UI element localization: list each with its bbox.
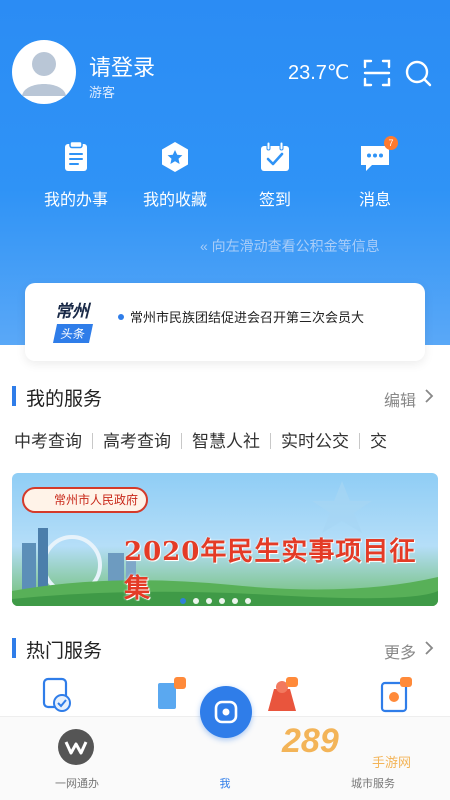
more-services-button[interactable]: 更多 — [384, 639, 416, 663]
calendar-check-icon — [258, 140, 292, 174]
service-item-realtime-bus[interactable]: 实时公交 — [281, 427, 349, 451]
carousel-dot[interactable] — [245, 598, 251, 604]
section-accent-bar — [12, 638, 16, 658]
document-list-icon — [59, 140, 93, 174]
user-role: 游客 — [89, 85, 116, 100]
message-count-badge: 7 — [384, 136, 398, 150]
chevron-right-icon[interactable] — [422, 389, 436, 403]
my-services-list: 中考查询 高考查询 智慧人社 实时公交交 — [14, 427, 450, 451]
quick-action-favorites[interactable]: 我的收藏 — [125, 140, 225, 210]
chevron-right-icon[interactable] — [422, 641, 436, 655]
temperature-display: 23.7℃ — [288, 62, 350, 84]
me-tab-center-icon[interactable] — [200, 686, 252, 738]
star-hexagon-icon — [158, 140, 192, 174]
site-watermark: 289 — [282, 722, 339, 760]
chat-bubble-icon: 7 — [358, 136, 398, 174]
news-brand-top: 常州 — [55, 302, 89, 321]
divider — [270, 433, 271, 449]
section-accent-bar — [12, 386, 16, 406]
quick-action-label: 消息 — [358, 192, 391, 209]
shield-check-service-icon[interactable] — [36, 675, 76, 715]
news-bullet-icon — [118, 314, 124, 320]
site-watermark-sub: 手游网 — [372, 755, 412, 770]
banner-logo-text: 常州市人民政府 — [22, 487, 149, 513]
quick-action-label: 签到 — [258, 192, 291, 209]
service-item-partial[interactable]: 交 — [370, 427, 387, 451]
swipe-hint: « 向左滑动查看公积金等信息 — [200, 238, 380, 254]
firefighter-service-icon[interactable] — [262, 675, 302, 715]
user-silhouette-icon — [22, 52, 66, 96]
wave-logo-icon — [58, 729, 94, 765]
edit-services-button[interactable]: 编辑 — [384, 387, 416, 411]
divider — [92, 433, 93, 449]
document-service-icon[interactable] — [152, 675, 192, 715]
search-icon[interactable] — [403, 58, 433, 88]
service-item-social-security[interactable]: 智慧人社 — [192, 427, 260, 451]
avatar[interactable] — [12, 40, 76, 104]
divider — [181, 433, 182, 449]
carousel-dot[interactable] — [232, 598, 238, 604]
login-label[interactable]: 请登录 — [89, 50, 155, 82]
banner-title: 2020年民生实事项目征集 — [124, 537, 417, 604]
service-item-zhongkao[interactable]: 中考查询 — [14, 427, 82, 451]
quick-action-label: 我的收藏 — [142, 192, 207, 209]
carousel-dot[interactable] — [180, 598, 186, 604]
quick-action-label: 我的办事 — [43, 192, 108, 209]
changzhou-headlines-logo: 常州 头条 — [52, 297, 127, 347]
tab-label: 一网通办 — [55, 778, 99, 790]
news-headline[interactable]: 常州市民族团结促进会召开第三次会员大 — [130, 307, 395, 326]
my-services-title: 我的服务 — [26, 389, 103, 410]
tab-label: 我 — [219, 778, 231, 790]
carousel-dot[interactable] — [206, 598, 212, 604]
quick-action-checkin[interactable]: 签到 — [225, 140, 325, 210]
news-brand-bottom: 头条 — [52, 324, 94, 343]
scan-icon[interactable] — [362, 58, 392, 88]
quick-action-messages[interactable]: 7 消息 — [325, 136, 425, 210]
hot-services-title: 热门服务 — [26, 641, 103, 662]
tab-label: 城市服务 — [351, 778, 395, 790]
carousel-dot[interactable] — [193, 598, 199, 604]
id-card-service-icon[interactable] — [376, 675, 416, 715]
carousel-dot[interactable] — [219, 598, 225, 604]
divider — [359, 433, 360, 449]
carousel-indicator[interactable] — [180, 591, 258, 604]
quick-action-my-affairs[interactable]: 我的办事 — [26, 140, 126, 210]
promo-banner[interactable]: 常州市人民政府 2020年民生实事项目征集 — [12, 473, 438, 606]
service-item-gaokao[interactable]: 高考查询 — [103, 427, 171, 451]
